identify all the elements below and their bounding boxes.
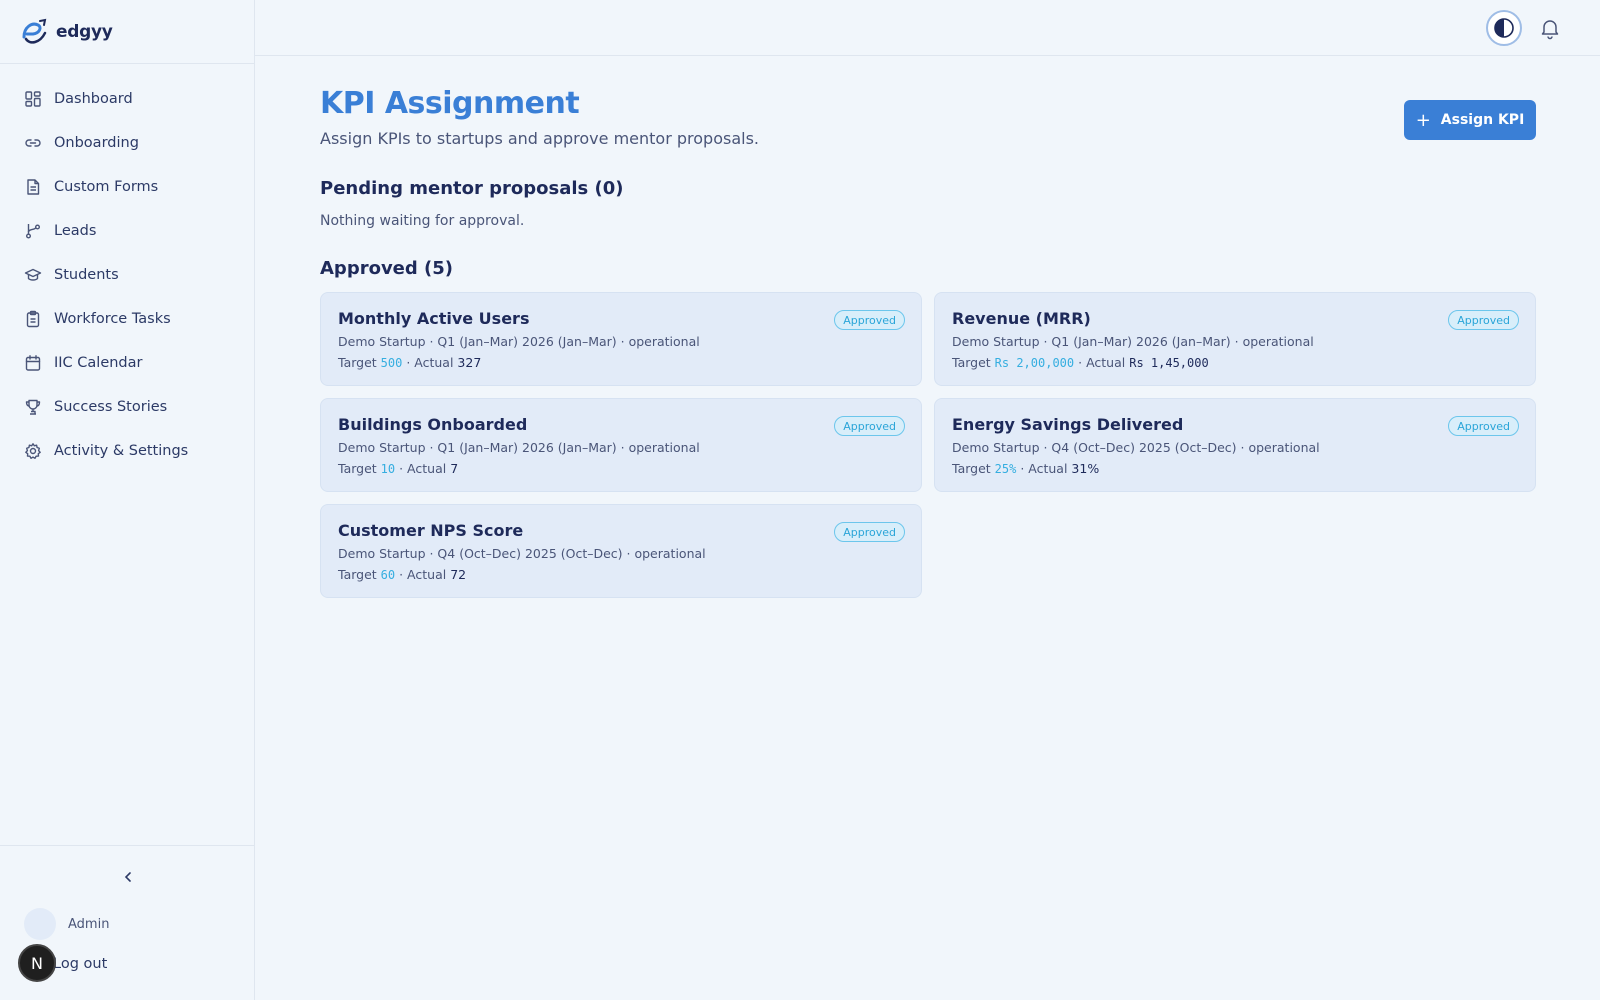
sidebar-item-workforce-tasks[interactable]: Workforce Tasks <box>0 297 254 341</box>
brand-name: edgyy <box>56 21 113 42</box>
sidebar-item-leads[interactable]: Leads <box>0 209 254 253</box>
sidebar-item-success-stories[interactable]: Success Stories <box>0 385 254 429</box>
sidebar-item-label: Activity & Settings <box>54 443 189 459</box>
kpi-values: Target Rs 2,00,000 · Actual Rs 1,45,000 <box>952 355 1519 370</box>
page-title: KPI Assignment <box>320 86 580 121</box>
sidebar-item-label: IIC Calendar <box>54 355 143 371</box>
logout-button[interactable]: Log out <box>53 956 107 972</box>
kpi-values: Target 60 · Actual 72 <box>338 567 905 582</box>
actual-label: · Actual <box>399 461 447 476</box>
kpi-title: Energy Savings Delivered <box>952 415 1184 434</box>
target-label: Target <box>952 461 991 476</box>
sidebar-item-iic-calendar[interactable]: IIC Calendar <box>0 341 254 385</box>
sidebar-item-label: Students <box>54 267 119 283</box>
sidebar-item-label: Success Stories <box>54 399 168 415</box>
kpi-meta: Demo Startup · Q1 (Jan–Mar) 2026 (Jan–Ma… <box>952 334 1314 349</box>
kpi-card[interactable]: Buildings Onboarded Demo Startup · Q1 (J… <box>320 398 922 492</box>
kpi-title: Customer NPS Score <box>338 521 524 540</box>
brand[interactable]: edgyy <box>0 0 254 64</box>
status-badge: Approved <box>1448 416 1519 436</box>
kpi-values: Target 25% · Actual 31% <box>952 461 1519 476</box>
kpi-values: Target 10 · Actual 7 <box>338 461 905 476</box>
sidebar-item-onboarding[interactable]: Onboarding <box>0 121 254 165</box>
avatar <box>24 908 56 940</box>
actual-label: · Actual <box>406 355 454 370</box>
trophy-icon <box>24 398 42 416</box>
user-name: Admin <box>68 916 110 932</box>
kpi-card[interactable]: Customer NPS Score Demo Startup · Q4 (Oc… <box>320 504 922 598</box>
actual-value: 327 <box>457 355 482 370</box>
kpi-meta: Demo Startup · Q1 (Jan–Mar) 2026 (Jan–Ma… <box>338 334 700 349</box>
sidebar-item-custom-forms[interactable]: Custom Forms <box>0 165 254 209</box>
document-icon <box>24 178 42 196</box>
kpi-meta: Demo Startup · Q4 (Oct–Dec) 2025 (Oct–De… <box>338 546 706 561</box>
sidebar-item-label: Workforce Tasks <box>54 311 171 327</box>
sidebar-item-students[interactable]: Students <box>0 253 254 297</box>
actual-value: 72 <box>450 567 467 582</box>
bell-icon <box>1541 20 1559 40</box>
dashboard-icon <box>24 90 42 108</box>
pending-empty-text: Nothing waiting for approval. <box>320 213 525 229</box>
kpi-card[interactable]: Revenue (MRR) Demo Startup · Q1 (Jan–Mar… <box>934 292 1536 386</box>
status-badge: Approved <box>834 522 905 542</box>
actual-value: Rs 1,45,000 <box>1129 356 1209 370</box>
approved-section-title: Approved (5) <box>320 258 454 279</box>
target-label: Target <box>338 461 377 476</box>
kpi-title: Revenue (MRR) <box>952 309 1091 328</box>
actual-label: · Actual <box>399 567 447 582</box>
status-badge: Approved <box>834 310 905 330</box>
sidebar-item-label: Custom Forms <box>54 179 159 195</box>
target-label: Target <box>338 355 377 370</box>
branch-icon <box>24 222 42 240</box>
sidebar-footer: Admin Log out N <box>0 845 255 1000</box>
target-value: 60 <box>380 568 396 582</box>
edgyy-logo-icon <box>22 18 47 44</box>
calendar-icon <box>24 354 42 372</box>
n-badge-button[interactable]: N <box>18 944 56 982</box>
sidebar-item-label: Leads <box>54 223 97 239</box>
target-label: Target <box>338 567 377 582</box>
target-value: Rs 2,00,000 <box>994 356 1075 370</box>
status-badge: Approved <box>1448 310 1519 330</box>
topbar <box>255 0 1600 56</box>
collapse-sidebar-button[interactable] <box>115 864 141 890</box>
status-badge: Approved <box>834 416 905 436</box>
actual-value: 31% <box>1071 461 1100 476</box>
gear-icon <box>24 442 42 460</box>
sidebar-item-label: Onboarding <box>54 135 139 151</box>
link-icon <box>24 134 42 152</box>
plus-icon: + <box>1415 109 1431 131</box>
graduation-cap-icon <box>24 266 42 284</box>
chevron-left-icon <box>124 872 131 882</box>
sidebar: edgyy Dashboard Onboarding Custom Forms … <box>0 0 255 1000</box>
notifications-button[interactable] <box>1538 16 1562 40</box>
target-value: 25% <box>994 462 1017 476</box>
kpi-meta: Demo Startup · Q1 (Jan–Mar) 2026 (Jan–Ma… <box>338 440 700 455</box>
kpi-card[interactable]: Monthly Active Users Demo Startup · Q1 (… <box>320 292 922 386</box>
theme-toggle-button[interactable] <box>1486 10 1522 46</box>
kpi-meta: Demo Startup · Q4 (Oct–Dec) 2025 (Oct–De… <box>952 440 1320 455</box>
pending-section-title: Pending mentor proposals (0) <box>320 178 624 199</box>
target-label: Target <box>952 355 991 370</box>
sidebar-item-dashboard[interactable]: Dashboard <box>0 77 254 121</box>
sidebar-nav: Dashboard Onboarding Custom Forms Leads … <box>0 64 254 473</box>
clipboard-icon <box>24 310 42 328</box>
actual-label: · Actual <box>1078 355 1126 370</box>
sidebar-item-activity-settings[interactable]: Activity & Settings <box>0 429 254 473</box>
kpi-values: Target 500 · Actual 327 <box>338 355 905 370</box>
kpi-title: Buildings Onboarded <box>338 415 528 434</box>
actual-value: 7 <box>450 461 459 476</box>
kpi-card[interactable]: Energy Savings Delivered Demo Startup · … <box>934 398 1536 492</box>
target-value: 10 <box>380 462 396 476</box>
target-value: 500 <box>380 356 403 370</box>
half-moon-icon <box>1494 18 1514 38</box>
assign-kpi-button[interactable]: + Assign KPI <box>1404 100 1536 140</box>
sidebar-item-label: Dashboard <box>54 91 133 107</box>
assign-kpi-label: Assign KPI <box>1440 112 1525 128</box>
user-profile[interactable]: Admin <box>24 908 109 940</box>
actual-label: · Actual <box>1020 461 1068 476</box>
page-subtitle: Assign KPIs to startups and approve ment… <box>320 129 759 148</box>
kpi-title: Monthly Active Users <box>338 309 530 328</box>
